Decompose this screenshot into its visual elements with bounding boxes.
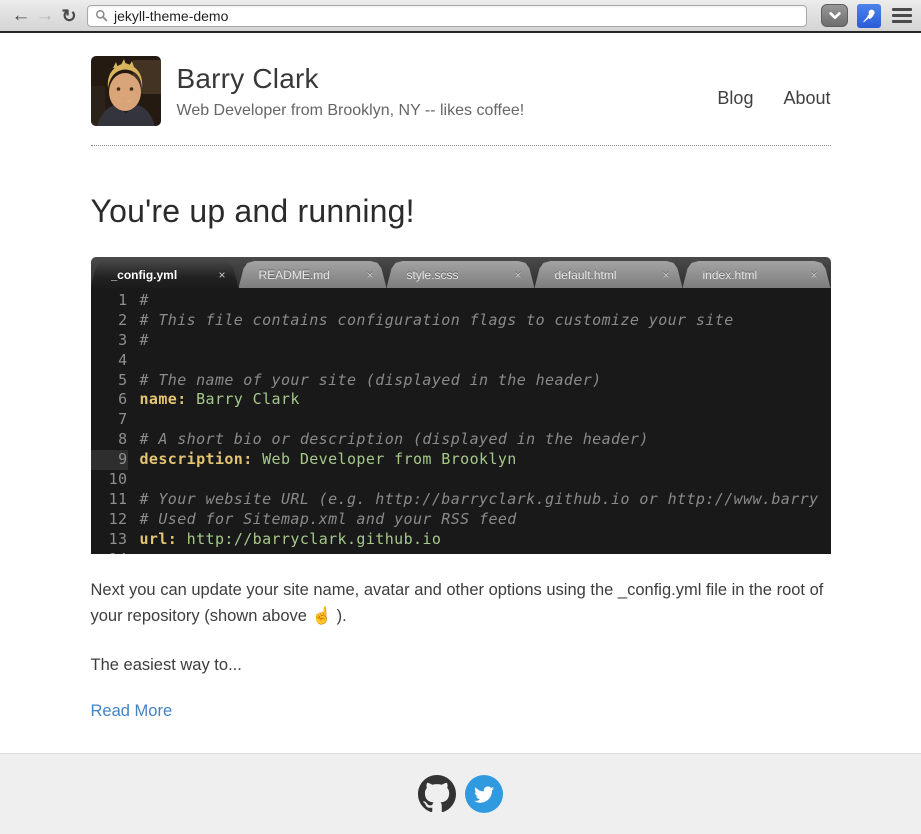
code-line: 5# The name of your site (displayed in t… — [91, 371, 831, 391]
paragraph-text-end: ). — [332, 607, 347, 625]
pocket-button[interactable] — [821, 4, 848, 27]
editor-tab: style.scss× — [387, 261, 535, 288]
code-line: 14 — [91, 550, 831, 554]
search-icon — [95, 9, 108, 22]
tab-close-icon: × — [210, 268, 225, 282]
code-line: 1# — [91, 291, 831, 311]
code-line: 4 — [91, 351, 831, 371]
editor-screenshot: _config.yml×README.md×style.scss×default… — [91, 257, 831, 554]
line-number: 8 — [91, 430, 128, 450]
editor-tab-label: index.html — [703, 268, 803, 282]
code-text — [128, 351, 831, 371]
code-text — [128, 550, 831, 554]
site-header: Barry Clark Web Developer from Brooklyn,… — [91, 33, 831, 145]
tab-close-icon: × — [506, 268, 521, 282]
code-text: # — [128, 291, 831, 311]
forward-button[interactable]: → — [33, 2, 57, 30]
url-text: jekyll-theme-demo — [114, 8, 228, 24]
editor-tab: README.md× — [239, 261, 387, 288]
post-paragraph-teaser: The easiest way to... — [91, 653, 831, 679]
code-line: 10 — [91, 470, 831, 490]
paragraph-text: Next you can update your site name, avat… — [91, 581, 824, 625]
read-more-link[interactable]: Read More — [91, 702, 173, 721]
editor-tab: _config.yml× — [91, 261, 239, 288]
editor-tab-label: _config.yml — [111, 268, 211, 282]
code-text: # The name of your site (displayed in th… — [128, 371, 831, 391]
site-tagline: Web Developer from Brooklyn, NY -- likes… — [177, 102, 525, 120]
code-text: # A short bio or description (displayed … — [128, 430, 831, 450]
code-line: 6name: Barry Clark — [91, 390, 831, 410]
address-bar[interactable]: jekyll-theme-demo — [87, 5, 807, 27]
code-area: 1#2# This file contains configuration fl… — [91, 288, 831, 554]
twitter-icon — [474, 784, 494, 804]
site-footer — [0, 753, 921, 834]
github-link[interactable] — [418, 775, 456, 813]
code-line: 7 — [91, 410, 831, 430]
line-number: 14 — [91, 550, 128, 554]
line-number: 4 — [91, 351, 128, 371]
site-name-link[interactable]: Barry Clark — [177, 63, 525, 95]
line-number: 6 — [91, 390, 128, 410]
tab-close-icon: × — [802, 268, 817, 282]
code-text — [128, 410, 831, 430]
pushpin-icon — [860, 7, 878, 25]
browser-window: ← → ↻ jekyll-theme-demo — [0, 0, 921, 834]
editor-tab: index.html× — [683, 261, 831, 288]
code-line: 11# Your website URL (e.g. http://barryc… — [91, 490, 831, 510]
editor-tab-label: default.html — [555, 268, 655, 282]
avatar — [91, 56, 161, 126]
code-text: description: Web Developer from Brooklyn — [128, 450, 831, 470]
tab-close-icon: × — [654, 268, 669, 282]
code-line: 8# A short bio or description (displayed… — [91, 430, 831, 450]
site-nav: Blog About — [717, 88, 830, 109]
code-line: 12# Used for Sitemap.xml and your RSS fe… — [91, 510, 831, 530]
post-title: You're up and running! — [91, 193, 831, 230]
menu-button[interactable] — [892, 8, 912, 23]
line-number: 11 — [91, 490, 128, 510]
reload-button[interactable]: ↻ — [57, 2, 81, 30]
code-text: name: Barry Clark — [128, 390, 831, 410]
line-number: 10 — [91, 470, 128, 490]
editor-tab: default.html× — [535, 261, 683, 288]
line-number: 5 — [91, 371, 128, 391]
line-number: 7 — [91, 410, 128, 430]
nav-link-blog[interactable]: Blog — [717, 88, 753, 109]
code-line: 13url: http://barryclark.github.io — [91, 530, 831, 550]
editor-tab-label: style.scss — [407, 268, 507, 282]
code-text: # Used for Sitemap.xml and your RSS feed — [128, 510, 831, 530]
editor-tabbar: _config.yml×README.md×style.scss×default… — [91, 257, 831, 288]
back-button[interactable]: ← — [9, 2, 33, 30]
line-number: 12 — [91, 510, 128, 530]
header-divider — [91, 145, 831, 146]
chevron-down-icon — [828, 10, 842, 22]
code-line: 9description: Web Developer from Brookly… — [91, 450, 831, 470]
line-number: 2 — [91, 311, 128, 331]
line-number: 1 — [91, 291, 128, 311]
code-text: # — [128, 331, 831, 351]
code-text — [128, 470, 831, 490]
line-number: 13 — [91, 530, 128, 550]
tab-close-icon: × — [358, 268, 373, 282]
bookmark-pin-button[interactable] — [857, 4, 881, 28]
code-text: url: http://barryclark.github.io — [128, 530, 831, 550]
editor-tab-label: README.md — [259, 268, 359, 282]
nav-link-about[interactable]: About — [783, 88, 830, 109]
code-line: 2# This file contains configuration flag… — [91, 311, 831, 331]
code-text: # This file contains configuration flags… — [128, 311, 831, 331]
point-up-emoji-icon: ☝ — [312, 607, 333, 625]
post-paragraph: Next you can update your site name, avat… — [91, 578, 831, 629]
page-content: Barry Clark Web Developer from Brooklyn,… — [0, 33, 921, 753]
code-text: # Your website URL (e.g. http://barrycla… — [128, 490, 831, 510]
github-icon — [418, 775, 456, 813]
hamburger-icon — [892, 8, 912, 11]
line-number: 3 — [91, 331, 128, 351]
twitter-link[interactable] — [465, 775, 503, 813]
browser-toolbar: ← → ↻ jekyll-theme-demo — [0, 0, 921, 33]
line-number: 9 — [91, 450, 128, 470]
code-line: 3# — [91, 331, 831, 351]
